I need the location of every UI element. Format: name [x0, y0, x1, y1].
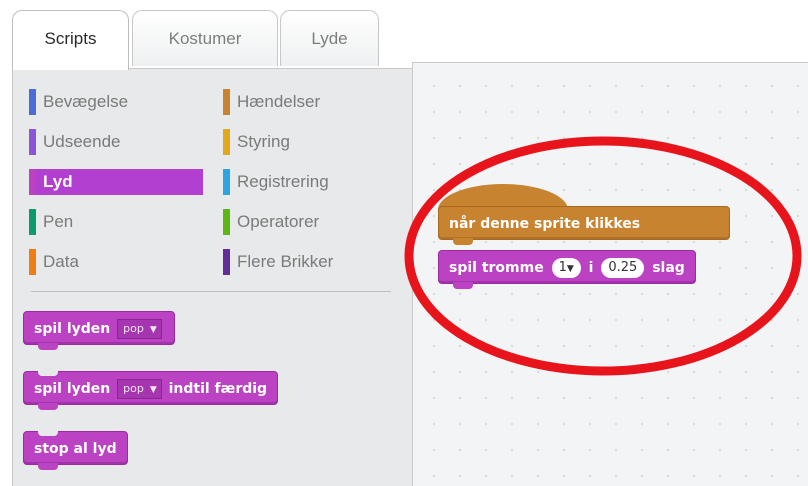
sound-dropdown-value: pop: [123, 322, 144, 335]
sound-dropdown[interactable]: pop ▼: [117, 379, 162, 399]
category-label: Pen: [43, 212, 74, 231]
category-label: Operatorer: [237, 212, 320, 231]
block-palette: Bevægelse Udseende Lyd Pen Data Hændelse…: [12, 68, 412, 486]
block-text: spil lyden: [34, 381, 111, 397]
beats-input[interactable]: 0.25: [601, 258, 645, 278]
block-text: spil tromme: [449, 260, 544, 276]
block-text: spil lyden: [34, 321, 111, 337]
block-bottom-notch: [38, 463, 58, 470]
category-pen[interactable]: Pen: [29, 209, 219, 235]
block-bottom-notch: [38, 403, 58, 410]
play-drum-block[interactable]: spil tromme 1▼ i 0.25 slag: [438, 250, 696, 289]
block-text-joiner: i: [588, 260, 594, 276]
block-text-suffix: indtil færdig: [168, 381, 268, 397]
drum-dropdown-value: 1: [558, 260, 567, 275]
category-color-swatch: [29, 89, 36, 115]
category-color-swatch: [29, 169, 36, 195]
category-sound[interactable]: Lyd: [29, 169, 203, 195]
category-events[interactable]: Hændelser: [223, 89, 403, 115]
block-text: stop al lyd: [34, 441, 117, 457]
play-sound-until-done-block[interactable]: spil lyden pop ▼ indtil færdig: [23, 371, 279, 410]
category-color-swatch: [223, 209, 230, 235]
category-label: Styring: [237, 132, 290, 151]
block-bottom-notch: [38, 343, 58, 350]
block-text: når denne sprite klikkes: [449, 216, 641, 232]
block-top-notch: [38, 431, 58, 436]
category-label: Data: [43, 252, 79, 271]
category-motion[interactable]: Bevægelse: [29, 89, 219, 115]
block-bottom-notch: [453, 238, 473, 245]
tab-kostumer[interactable]: Kostumer: [132, 10, 278, 66]
category-more-blocks[interactable]: Flere Brikker: [223, 249, 403, 275]
chevron-down-icon: ▼: [149, 325, 157, 335]
chevron-down-icon: ▼: [566, 264, 574, 274]
sound-dropdown-value: pop: [123, 382, 144, 395]
category-label: Flere Brikker: [237, 252, 334, 271]
category-looks[interactable]: Udseende: [29, 129, 219, 155]
category-operators[interactable]: Operatorer: [223, 209, 403, 235]
tab-scripts[interactable]: Scripts: [12, 10, 129, 70]
category-label: Hændelser: [237, 92, 321, 111]
category-color-swatch: [223, 249, 230, 275]
category-color-swatch: [223, 89, 230, 115]
category-label: Udseende: [43, 132, 121, 151]
drum-dropdown[interactable]: 1▼: [551, 258, 581, 278]
tab-lyde[interactable]: Lyde: [280, 10, 379, 66]
category-color-swatch: [29, 209, 36, 235]
category-color-swatch: [223, 169, 230, 195]
block-bottom-notch: [453, 282, 473, 289]
when-sprite-clicked-block[interactable]: når denne sprite klikkes: [438, 206, 730, 245]
category-label: Lyd: [43, 172, 73, 191]
category-label: Bevægelse: [43, 92, 129, 111]
block-text-suffix: slag: [652, 260, 685, 276]
chevron-down-icon: ▼: [149, 385, 157, 395]
category-control[interactable]: Styring: [223, 129, 403, 155]
category-data[interactable]: Data: [29, 249, 219, 275]
block-top-notch: [38, 371, 58, 376]
category-label: Registrering: [237, 172, 329, 191]
category-color-swatch: [29, 129, 36, 155]
stop-all-sounds-block[interactable]: stop al lyd: [23, 431, 128, 470]
sound-dropdown[interactable]: pop ▼: [117, 319, 162, 339]
category-sensing[interactable]: Registrering: [223, 169, 403, 195]
palette-divider: [31, 291, 391, 292]
category-color-swatch: [29, 249, 36, 275]
play-sound-block[interactable]: spil lyden pop ▼: [23, 311, 175, 350]
category-color-swatch: [223, 129, 230, 155]
